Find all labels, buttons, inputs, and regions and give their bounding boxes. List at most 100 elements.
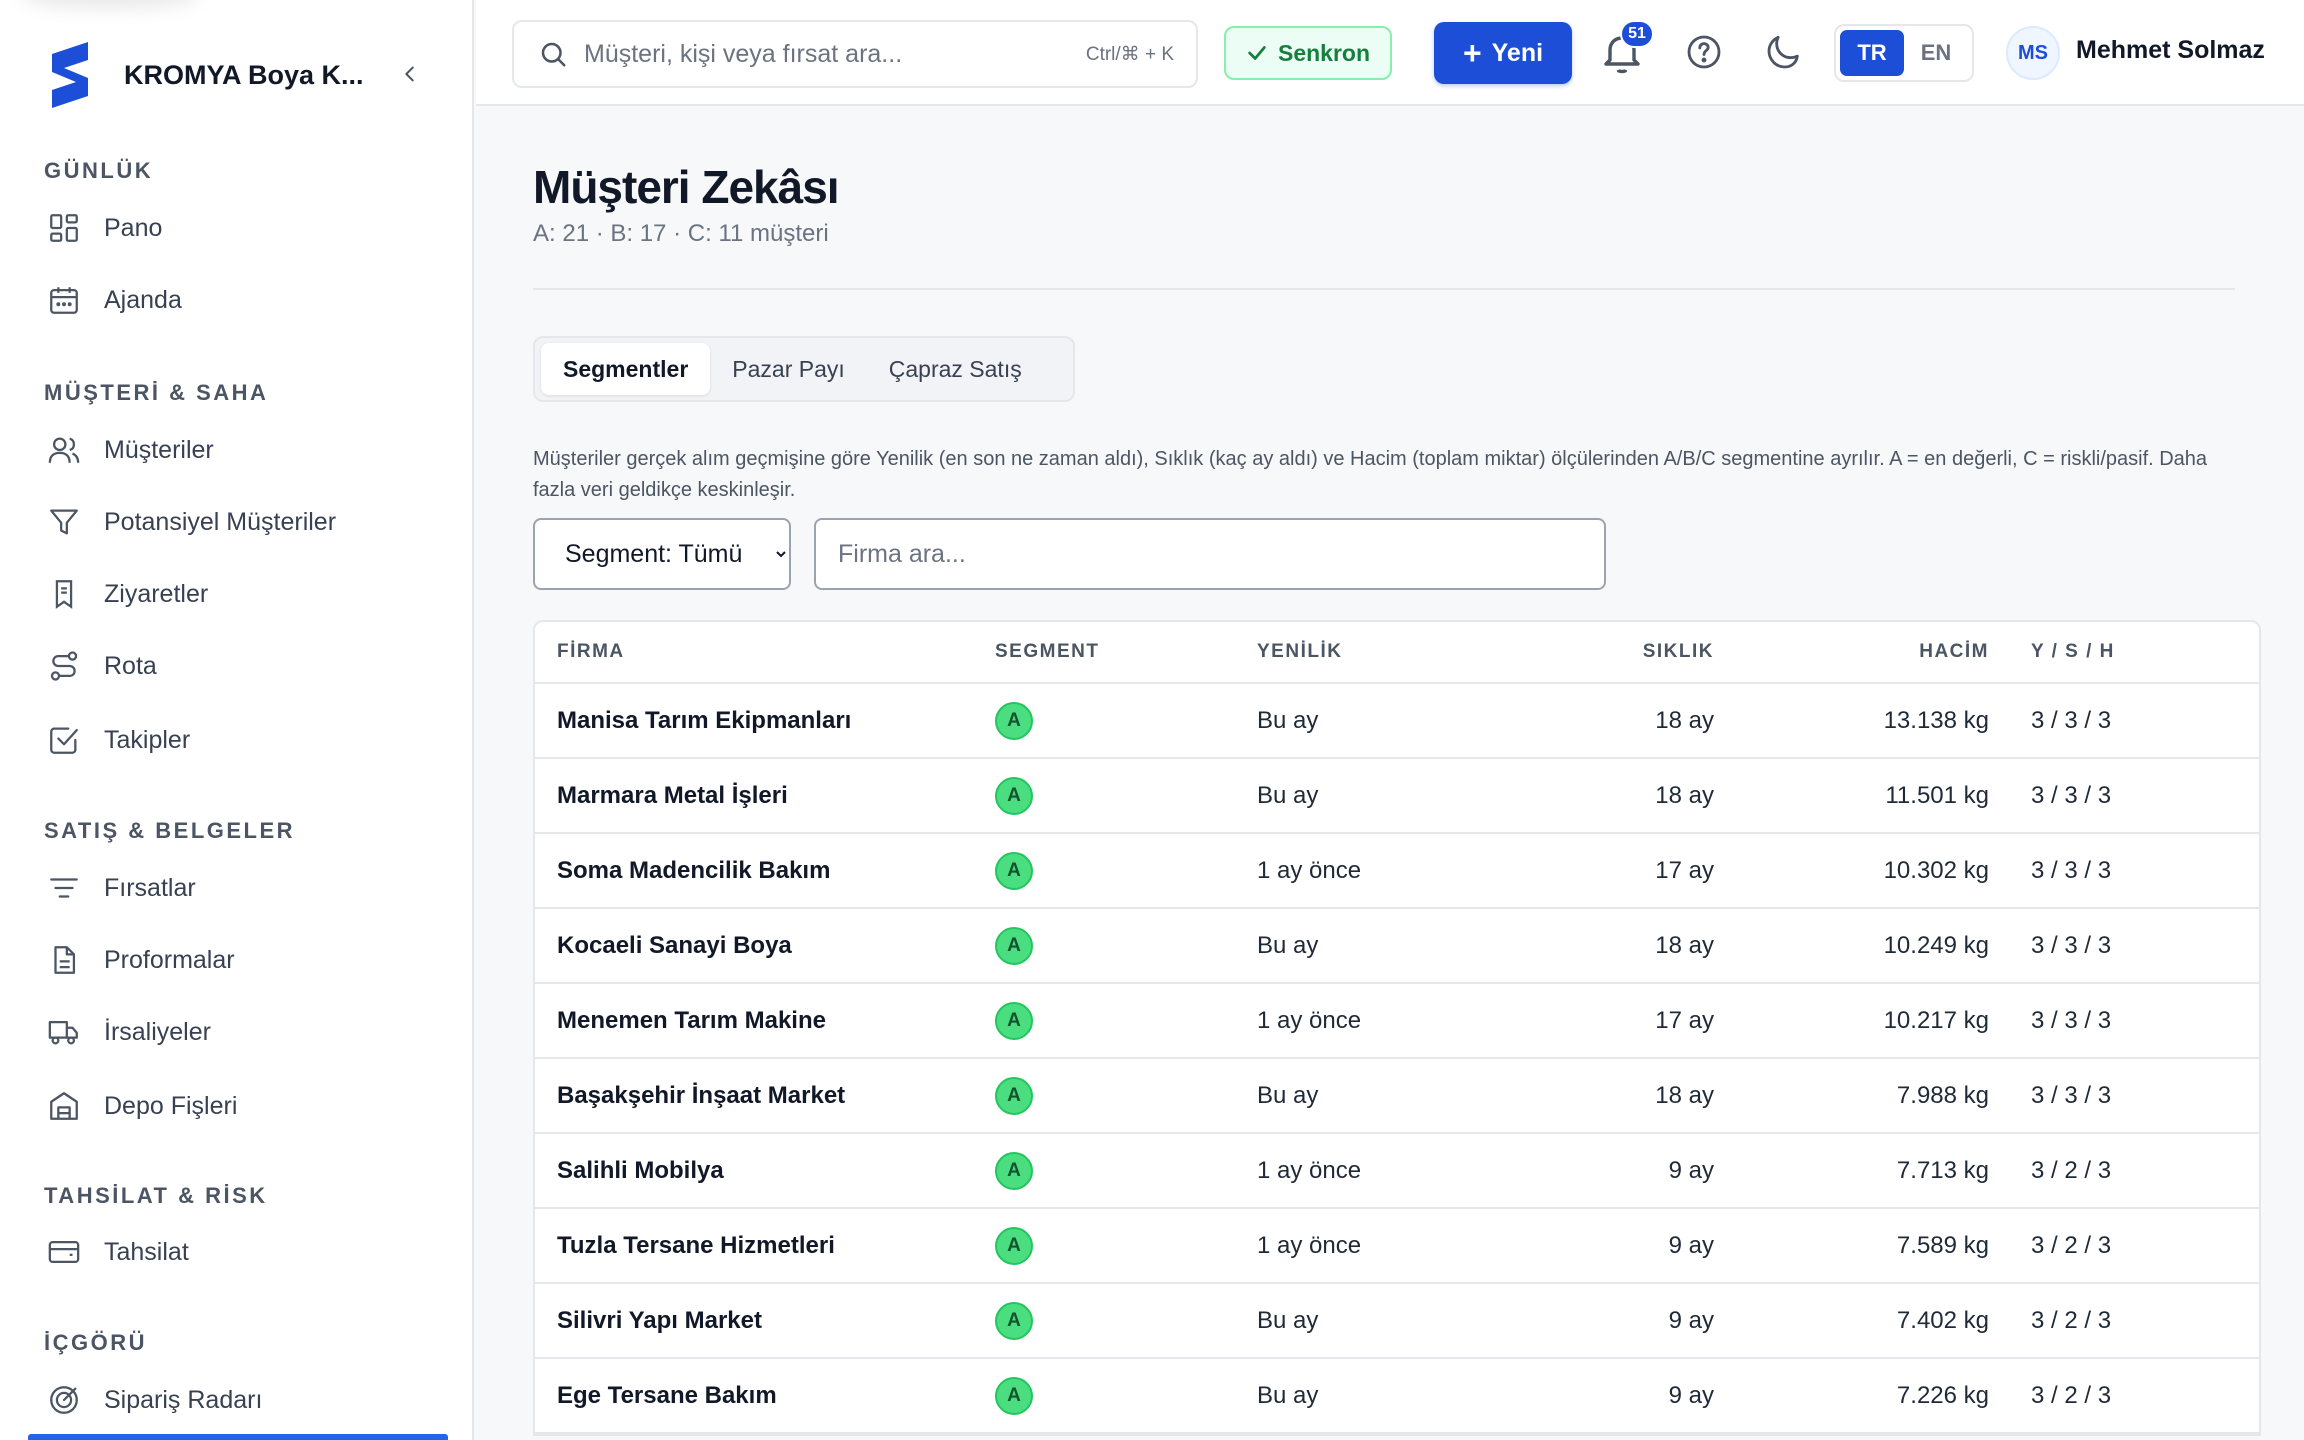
table-row[interactable]: Silivri Yapı Market A Bu ay 9 ay 7.402 k… bbox=[535, 1284, 2259, 1359]
cell-firma[interactable]: Başakşehir İnşaat Market bbox=[535, 1082, 995, 1110]
sidebar-item-tahsilat[interactable]: Tahsilat bbox=[44, 1226, 444, 1278]
table-row[interactable]: Tuzla Tersane Hizmetleri A 1 ay önce 9 a… bbox=[535, 1209, 2259, 1284]
sidebar-item-siparis-radari[interactable]: Sipariş Radarı bbox=[44, 1374, 444, 1426]
segment-badge: A bbox=[995, 1076, 1033, 1115]
search-shortcut: Ctrl/⌘ + K bbox=[1085, 43, 1174, 65]
table-row[interactable]: Manisa Tarım Ekipmanları A Bu ay 18 ay 1… bbox=[535, 684, 2259, 759]
target-icon bbox=[44, 1380, 84, 1420]
search-input[interactable] bbox=[584, 39, 1054, 69]
new-label: Yeni bbox=[1491, 38, 1544, 67]
cell-hacim: 10.217 kg bbox=[1883, 1006, 1989, 1034]
table-row[interactable]: Menemen Tarım Makine A 1 ay önce 17 ay 1… bbox=[535, 984, 2259, 1059]
sidebar-item-firsatlar[interactable]: Fırsatlar bbox=[44, 862, 444, 914]
header-firma[interactable]: FİRMA bbox=[535, 641, 995, 663]
user-name[interactable]: Mehmet Solmaz bbox=[2076, 36, 2265, 65]
sidebar-item-ajanda[interactable]: Ajanda bbox=[44, 274, 444, 326]
sidebar-item-label: Takipler bbox=[104, 725, 191, 754]
moon-icon[interactable] bbox=[1764, 32, 1804, 72]
calendar-icon bbox=[44, 280, 84, 320]
header-yenilik[interactable]: YENİLİK bbox=[1257, 641, 1507, 663]
chevron-left-icon bbox=[405, 66, 414, 82]
table-row[interactable]: Başakşehir İnşaat Market A Bu ay 18 ay 7… bbox=[535, 1059, 2259, 1134]
cell-firma[interactable]: Ege Tersane Bakım bbox=[535, 1382, 995, 1410]
help-icon[interactable] bbox=[1684, 32, 1724, 72]
cell-siklik: 17 ay bbox=[1655, 1006, 1714, 1034]
sidebar-item-proformalar[interactable]: Proformalar bbox=[44, 934, 444, 986]
sidebar-item-musteriler[interactable]: Müşteriler bbox=[44, 424, 444, 476]
cell-ysh: 3 / 3 / 3 bbox=[2031, 1081, 2112, 1109]
global-search[interactable]: Ctrl/⌘ + K bbox=[512, 20, 1198, 88]
firm-search-input[interactable] bbox=[814, 518, 1606, 590]
cell-firma[interactable]: Manisa Tarım Ekipmanları bbox=[535, 707, 995, 735]
cell-siklik: 9 ay bbox=[1668, 1231, 1714, 1259]
table-row[interactable]: Kocaeli Sanayi Boya A Bu ay 18 ay 10.249… bbox=[535, 909, 2259, 984]
cell-firma[interactable]: Menemen Tarım Makine bbox=[535, 1007, 995, 1035]
segment-badge: A bbox=[995, 1301, 1033, 1340]
nav-section-icgoru: İÇGÖRÜ bbox=[44, 1330, 147, 1355]
table-row[interactable]: Salihli Mobilya A 1 ay önce 9 ay 7.713 k… bbox=[535, 1134, 2259, 1209]
segment-badge: A bbox=[995, 1001, 1033, 1040]
sidebar-item-potansiyel[interactable]: Potansiyel Müşteriler bbox=[44, 496, 444, 548]
cell-firma[interactable]: Soma Madencilik Bakım bbox=[535, 857, 995, 885]
cell-ysh: 3 / 3 / 3 bbox=[2031, 706, 2112, 734]
search-icon bbox=[541, 42, 566, 67]
sidebar: KROMYA Boya K... GÜNLÜK Pano Ajanda MÜŞT… bbox=[0, 0, 474, 1440]
header-segment[interactable]: SEGMENT bbox=[995, 641, 1257, 663]
sidebar-item-label: İrsaliyeler bbox=[104, 1017, 211, 1046]
avatar[interactable]: MS bbox=[2006, 26, 2060, 80]
cell-siklik: 9 ay bbox=[1668, 1156, 1714, 1184]
table-row[interactable]: Ege Tersane Bakım A Bu ay 9 ay 7.226 kg … bbox=[535, 1359, 2259, 1434]
sidebar-item-label: Proformalar bbox=[104, 945, 235, 974]
table-header: FİRMA SEGMENT YENİLİK SIKLIK HACİM Y / S… bbox=[535, 622, 2259, 684]
collapse-sidebar-button[interactable] bbox=[392, 56, 428, 92]
cell-firma[interactable]: Marmara Metal İşleri bbox=[535, 782, 995, 810]
sidebar-item-takipler[interactable]: Takipler bbox=[44, 714, 444, 766]
sidebar-item-rota[interactable]: Rota bbox=[44, 640, 444, 692]
sidebar-item-label: Ziyaretler bbox=[104, 579, 209, 608]
brand-name: KROMYA Boya K... bbox=[124, 59, 364, 90]
table-row[interactable]: Marmara Metal İşleri A Bu ay 18 ay 11.50… bbox=[535, 759, 2259, 834]
tab-capraz-satis[interactable]: Çapraz Satış bbox=[867, 343, 1044, 395]
sidebar-item-pano[interactable]: Pano bbox=[44, 202, 444, 254]
header-siklik[interactable]: SIKLIK bbox=[1507, 641, 1714, 663]
lang-tr-button[interactable]: TR bbox=[1840, 30, 1904, 76]
cell-yenilik: Bu ay bbox=[1257, 706, 1319, 734]
cell-segment: A bbox=[995, 926, 1257, 965]
sidebar-item-depo-fisleri[interactable]: Depo Fişleri bbox=[44, 1080, 444, 1132]
segment-filter-select[interactable]: Segment: Tümü bbox=[533, 518, 791, 590]
cell-siklik: 18 ay bbox=[1655, 706, 1714, 734]
cell-hacim: 7.589 kg bbox=[1896, 1231, 1989, 1259]
sidebar-item-ziyaretler[interactable]: Ziyaretler bbox=[44, 568, 444, 620]
cell-firma[interactable]: Tuzla Tersane Hizmetleri bbox=[535, 1232, 995, 1260]
tab-segmentler[interactable]: Segmentler bbox=[541, 343, 711, 395]
cell-segment: A bbox=[995, 1076, 1257, 1115]
cell-hacim: 10.302 kg bbox=[1883, 856, 1989, 884]
cell-segment: A bbox=[995, 851, 1257, 890]
segment-badge: A bbox=[995, 776, 1033, 815]
new-button[interactable]: + Yeni bbox=[1434, 22, 1572, 84]
cell-ysh: 3 / 2 / 3 bbox=[2031, 1156, 2112, 1184]
cell-firma[interactable]: Silivri Yapı Market bbox=[535, 1307, 995, 1335]
cell-siklik: 9 ay bbox=[1668, 1306, 1714, 1334]
cell-yenilik: Bu ay bbox=[1257, 1081, 1319, 1109]
cell-firma[interactable]: Salihli Mobilya bbox=[535, 1157, 995, 1185]
table-body: Manisa Tarım Ekipmanları A Bu ay 18 ay 1… bbox=[535, 684, 2259, 1434]
topbar: Ctrl/⌘ + K Senkron + Yeni 51 TR EN MS Me… bbox=[476, 0, 2304, 106]
sidebar-item-label: Potansiyel Müşteriler bbox=[104, 507, 337, 536]
users-icon bbox=[44, 430, 84, 470]
sync-button[interactable]: Senkron bbox=[1224, 26, 1392, 80]
lang-en-button[interactable]: EN bbox=[1904, 30, 1968, 76]
notification-badge: 51 bbox=[1620, 20, 1654, 48]
cell-firma[interactable]: Kocaeli Sanayi Boya bbox=[535, 932, 995, 960]
cell-segment: A bbox=[995, 1301, 1257, 1340]
header-hacim[interactable]: HACİM bbox=[1714, 641, 1989, 663]
brand[interactable]: KROMYA Boya K... bbox=[44, 40, 364, 110]
cell-yenilik: Bu ay bbox=[1257, 781, 1319, 809]
table-row[interactable]: Soma Madencilik Bakım A 1 ay önce 17 ay … bbox=[535, 834, 2259, 909]
sidebar-item-irsaliyeler[interactable]: İrsaliyeler bbox=[44, 1006, 444, 1058]
plus-icon: + bbox=[1462, 35, 1482, 71]
checkbox-icon bbox=[44, 720, 84, 760]
nav-section-tahsilat-risk: TAHSİLAT & RİSK bbox=[44, 1183, 268, 1208]
segment-badge: A bbox=[995, 851, 1033, 890]
tab-pazar-payi[interactable]: Pazar Payı bbox=[710, 343, 867, 395]
